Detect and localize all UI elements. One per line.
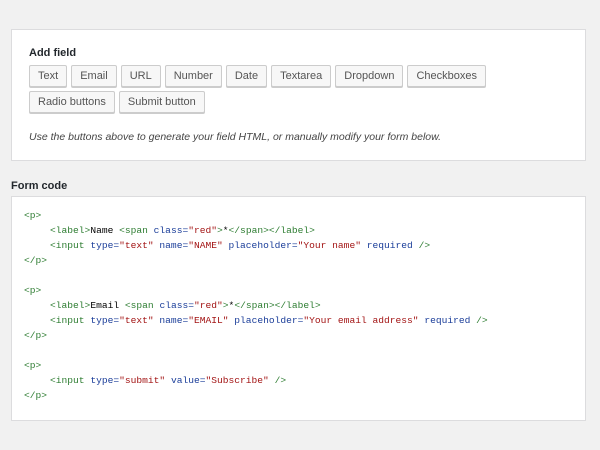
code-value: "Subscribe": [205, 375, 269, 386]
code-attr: required: [424, 315, 471, 326]
text-field-button[interactable]: Text: [29, 65, 68, 87]
code-attr: name=: [159, 240, 189, 251]
add-field-panel: Add field Text Email URL Number Date Textarea…: [11, 29, 586, 161]
code-line: <p>: [24, 358, 585, 373]
code-text: Email: [90, 300, 120, 311]
code-tag: <input: [50, 375, 85, 386]
code-line: <input type="submit" value="Subscribe" /…: [24, 373, 585, 388]
code-tag: </span>: [234, 300, 275, 311]
code-tag: <input: [50, 315, 85, 326]
form-code-text[interactable]: <p> <label>Name <span class="red">*</span…: [24, 208, 585, 403]
code-line: <input type="text" name="NAME" placehold…: [24, 238, 585, 253]
form-code-editor[interactable]: <p> <label>Name <span class="red">*</span…: [11, 196, 586, 421]
code-value: "Your email address": [303, 315, 419, 326]
code-line: <p>: [24, 283, 585, 298]
code-tag: <span: [124, 300, 154, 311]
code-value: "NAME": [188, 240, 223, 251]
textarea-field-button[interactable]: Textarea: [271, 65, 332, 87]
code-tag: </label>: [274, 300, 321, 311]
code-line: <input type="text" name="EMAIL" placehol…: [24, 313, 585, 328]
code-line: <p>: [24, 208, 585, 223]
code-tag: />: [274, 375, 287, 386]
code-value: "red": [193, 300, 223, 311]
field-button-row: Text Email URL Number Date Textarea Dropdown Ch…: [29, 65, 585, 87]
add-field-title: Add field: [29, 47, 77, 59]
code-value: "text": [119, 240, 154, 251]
code-line: </p>: [24, 388, 585, 403]
code-tag: </p>: [24, 330, 48, 341]
submit-button-field-button[interactable]: Submit button: [118, 91, 205, 113]
url-field-button[interactable]: URL: [120, 65, 161, 87]
code-line: </p>: [24, 253, 585, 268]
date-field-button[interactable]: Date: [225, 65, 268, 87]
code-line: <label>Name <span class="red">*</span></…: [24, 223, 585, 238]
form-code-title: Form code: [11, 180, 68, 192]
code-tag: </p>: [24, 390, 48, 401]
code-attr: type=: [90, 315, 120, 326]
code-attr: class=: [153, 225, 189, 236]
field-button-row: Radio buttons Submit button: [29, 91, 585, 113]
code-value: "red": [188, 225, 218, 236]
code-line: <label>Email <span class="red">*</span><…: [24, 298, 585, 313]
code-tag: <label>: [50, 300, 91, 311]
code-value: "submit": [119, 375, 166, 386]
checkboxes-field-button[interactable]: Checkboxes: [407, 65, 486, 87]
code-tag: </p>: [24, 255, 48, 266]
code-tag: />: [476, 315, 488, 326]
code-tag: <label>: [50, 225, 91, 236]
code-attr: name=: [159, 315, 189, 326]
code-value: "EMAIL": [188, 315, 229, 326]
code-value: "text": [119, 315, 154, 326]
code-tag: <p>: [24, 360, 42, 371]
code-line: </p>: [24, 328, 585, 343]
code-value: "Your name": [297, 240, 361, 251]
add-field-hint: Use the buttons above to generate your f…: [29, 131, 442, 143]
code-tag: </span>: [228, 225, 269, 236]
code-attr: class=: [159, 300, 194, 311]
code-tag: <input: [50, 240, 85, 251]
code-tag: />: [418, 240, 431, 251]
dropdown-field-button[interactable]: Dropdown: [335, 65, 404, 87]
code-tag: </label>: [268, 225, 315, 236]
code-attr: placeholder=: [228, 240, 298, 251]
code-tag: <p>: [24, 285, 42, 296]
code-attr: type=: [90, 240, 120, 251]
code-attr: type=: [90, 375, 120, 386]
code-attr: value=: [170, 375, 206, 386]
radio-buttons-field-button[interactable]: Radio buttons: [29, 91, 115, 113]
code-tag: <p>: [24, 210, 42, 221]
code-text: Name: [90, 225, 114, 236]
code-tag: <span: [119, 225, 148, 236]
number-field-button[interactable]: Number: [164, 65, 222, 87]
email-field-button[interactable]: Email: [71, 65, 117, 87]
code-attr: placeholder=: [234, 315, 304, 326]
code-attr: required: [366, 240, 413, 251]
